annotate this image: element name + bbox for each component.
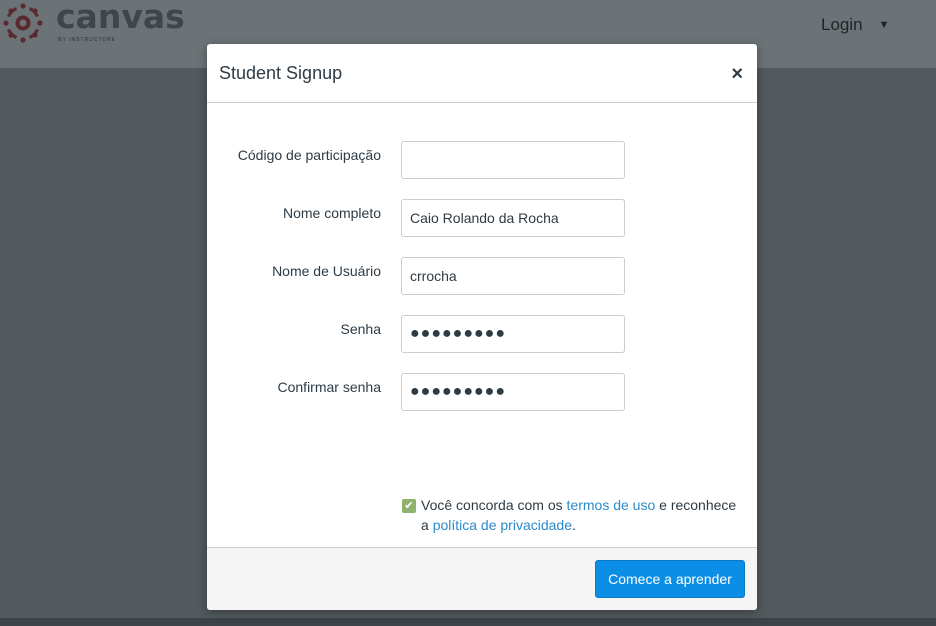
full-name-row: Nome completo bbox=[207, 199, 757, 237]
dialog-header: Student Signup × bbox=[207, 44, 757, 103]
agree-text-after: . bbox=[572, 517, 576, 533]
logo-subtext: BY INSTRUCTURE bbox=[58, 37, 117, 43]
start-learning-button[interactable]: Comece a aprender bbox=[595, 560, 745, 598]
confirm-password-label: Confirmar senha bbox=[277, 379, 382, 395]
confirm-password-input[interactable] bbox=[401, 373, 625, 411]
privacy-policy-link[interactable]: política de privacidade bbox=[433, 517, 572, 533]
logo-wordmark: canvas bbox=[56, 0, 185, 36]
join-code-label: Código de participação bbox=[237, 147, 381, 163]
canvas-logo-icon bbox=[3, 3, 43, 43]
full-name-label: Nome completo bbox=[282, 205, 381, 221]
join-code-input[interactable] bbox=[401, 141, 625, 179]
username-input[interactable] bbox=[401, 257, 625, 295]
password-row: Senha bbox=[207, 315, 757, 353]
page-footer-strip bbox=[0, 618, 936, 626]
close-icon[interactable]: × bbox=[731, 64, 743, 84]
username-label: Nome de Usuário bbox=[272, 263, 381, 279]
full-name-input[interactable] bbox=[401, 199, 625, 237]
dialog-body: Código de participação Nome completo Nom… bbox=[207, 103, 757, 547]
confirm-password-row: Confirmar senha bbox=[207, 373, 757, 411]
terms-checkbox[interactable]: ✔ bbox=[402, 499, 416, 513]
dialog-title: Student Signup bbox=[219, 62, 343, 83]
terms-agreement: ✔ Você concorda com os termos de uso e r… bbox=[401, 495, 741, 535]
login-label: Login bbox=[821, 15, 863, 34]
agree-text-before: Você concorda com os bbox=[421, 497, 567, 513]
terms-agreement-text: Você concorda com os termos de uso e rec… bbox=[401, 495, 741, 535]
login-menu[interactable]: Login ▼ bbox=[821, 14, 890, 36]
dialog-footer: Comece a aprender bbox=[207, 547, 757, 610]
terms-of-use-link[interactable]: termos de uso bbox=[567, 497, 656, 513]
password-input[interactable] bbox=[401, 315, 625, 353]
join-code-row: Código de participação bbox=[207, 141, 757, 179]
caret-down-icon: ▼ bbox=[878, 19, 890, 31]
student-signup-dialog: Student Signup × Código de participação … bbox=[207, 44, 757, 610]
username-row: Nome de Usuário bbox=[207, 257, 757, 295]
password-label: Senha bbox=[340, 321, 381, 337]
